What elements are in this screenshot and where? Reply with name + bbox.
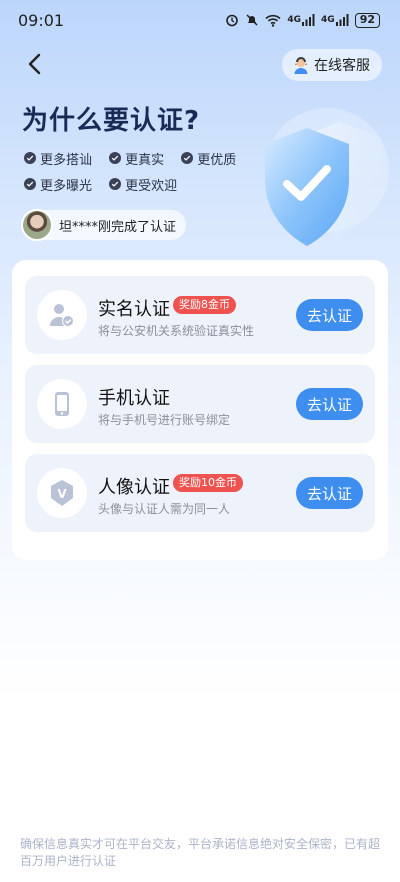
shield-check-icon <box>245 100 395 260</box>
chevron-left-icon <box>28 53 41 75</box>
avatar <box>21 209 53 241</box>
perk-item: 更优质 <box>181 145 236 171</box>
card-title: 实名认证 <box>98 299 170 320</box>
phone-icon <box>37 379 87 429</box>
battery-indicator: 92 <box>354 12 380 28</box>
perk-item: 更多搭讪 <box>24 145 92 171</box>
signal-icon-2: 4G <box>321 14 349 26</box>
perk-item: 更真实 <box>109 145 164 171</box>
check-icon <box>24 152 36 164</box>
customer-service-button[interactable]: 在线客服 <box>282 49 382 81</box>
recent-verification-text: 坦****刚完成了认证 <box>59 219 177 235</box>
verify-phone-button[interactable]: 去认证 <box>296 388 363 420</box>
perk-item: 更受欢迎 <box>109 171 177 197</box>
id-person-icon <box>37 290 87 340</box>
customer-service-label: 在线客服 <box>314 58 370 74</box>
check-icon <box>109 178 122 190</box>
card-title: 手机认证 <box>98 388 170 409</box>
svg-text:V: V <box>57 487 67 501</box>
verify-portrait-button[interactable]: 去认证 <box>296 477 363 509</box>
v-badge-icon: V <box>37 468 87 518</box>
card-phone: 手机认证 将与手机号进行账号绑定 去认证 <box>25 365 375 443</box>
reward-badge: 奖励8金币 <box>173 296 236 314</box>
status-time: 09:01 <box>18 10 65 30</box>
page-title: 为什么要认证? <box>22 106 201 136</box>
mute-bell-icon <box>245 13 259 27</box>
signal-icon-1: 4G <box>287 14 315 26</box>
card-description: 将与手机号进行账号绑定 <box>98 413 231 427</box>
agent-avatar-icon <box>294 57 308 74</box>
wifi-icon <box>265 14 281 27</box>
card-description: 头像与认证人需为同一人 <box>98 502 231 516</box>
recent-verification-banner: 坦****刚完成了认证 <box>21 209 187 241</box>
card-description: 将与公安机关系统验证真实性 <box>98 324 255 338</box>
card-real-name: 实名认证 奖励8金币 将与公安机关系统验证真实性 去认证 <box>25 276 375 354</box>
alarm-icon <box>225 13 239 27</box>
perk-item: 更多曝光 <box>24 171 92 197</box>
check-icon <box>181 152 194 164</box>
status-bar: 09:01 4G 4G 92 <box>0 0 400 40</box>
check-icon <box>109 152 122 164</box>
perks-list: 更多搭讪 更真实 更优质 更多曝光 更受欢迎 <box>24 145 264 197</box>
card-title: 人像认证 <box>98 477 170 498</box>
status-icons: 4G 4G 92 <box>225 12 380 28</box>
check-icon <box>24 178 36 190</box>
reward-badge: 奖励10金币 <box>173 474 243 492</box>
card-portrait: V 人像认证 奖励10金币 头像与认证人需为同一人 去认证 <box>25 454 375 532</box>
verify-real-name-button[interactable]: 去认证 <box>296 299 363 331</box>
back-button[interactable] <box>20 48 48 80</box>
footer-note: 确保信息真实才可在平台交友，平台承诺信息绝对安全保密，已有超百万用户进行认证 <box>20 837 381 868</box>
